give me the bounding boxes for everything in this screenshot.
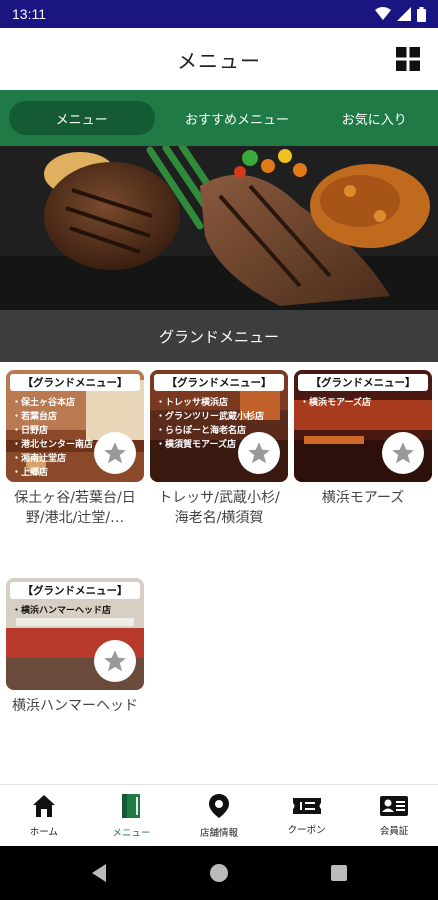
menu-card[interactable]: 【グランドメニュー】 ・横浜ハンマーヘッド店 横浜ハンマーヘッド bbox=[6, 578, 144, 716]
nav-label: クーポン bbox=[287, 824, 326, 836]
nav-coupon[interactable]: クーポン bbox=[263, 785, 351, 846]
status-icons bbox=[375, 6, 426, 22]
tab-favorites[interactable]: お気に入り bbox=[319, 101, 429, 135]
card-thumbnail[interactable]: 【グランドメニュー】 ・保土ヶ谷本店 ・若葉台店 ・日野店 ・港北センター南店 … bbox=[6, 370, 144, 482]
back-icon[interactable] bbox=[90, 863, 108, 883]
star-icon bbox=[248, 442, 270, 464]
bottom-navigation: ホーム メニュー 店舗情報 クーポン 会員証 bbox=[0, 784, 438, 846]
star-icon bbox=[104, 442, 126, 464]
hero-image bbox=[0, 146, 438, 310]
nav-label: 店舗情報 bbox=[199, 827, 238, 839]
favorite-button[interactable] bbox=[382, 432, 424, 474]
nav-home[interactable]: ホーム bbox=[0, 785, 88, 846]
battery-icon bbox=[417, 6, 426, 22]
status-bar: 13:11 bbox=[0, 0, 438, 28]
menu-card[interactable]: 【グランドメニュー】 ・トレッサ横浜店 ・グランツリー武蔵小杉店 ・ららぽーと海… bbox=[150, 370, 288, 528]
wifi-icon bbox=[375, 7, 391, 20]
nav-label: 会員証 bbox=[379, 825, 409, 837]
app-bar: メニュー bbox=[0, 28, 438, 90]
card-badge: 【グランドメニュー】 bbox=[154, 374, 284, 391]
tab-recommended[interactable]: おすすめメニュー bbox=[172, 101, 302, 135]
card-store-list: ・保土ヶ谷本店 ・若葉台店 ・日野店 ・港北センター南店 ・湘南辻堂店 ・上郷店 bbox=[12, 398, 94, 478]
recents-icon[interactable] bbox=[330, 864, 348, 882]
member-card-icon bbox=[380, 795, 409, 816]
nav-label: ホーム bbox=[29, 826, 58, 838]
menu-card[interactable]: 【グランドメニュー】 ・横浜モアーズ店 横浜モアーズ bbox=[294, 370, 432, 508]
card-badge: 【グランドメニュー】 bbox=[10, 582, 140, 599]
card-thumbnail[interactable]: 【グランドメニュー】 ・横浜ハンマーヘッド店 bbox=[6, 578, 144, 690]
system-navigation-bar bbox=[0, 846, 438, 900]
section-title: グランドメニュー bbox=[158, 327, 279, 346]
book-icon bbox=[122, 793, 141, 818]
nav-member-card[interactable]: 会員証 bbox=[350, 785, 438, 846]
nav-label: メニュー bbox=[112, 827, 151, 839]
card-label[interactable]: トレッサ/武蔵小杉/海老名/横須賀 bbox=[150, 488, 288, 528]
ticket-icon bbox=[292, 797, 321, 814]
signal-icon bbox=[397, 7, 411, 21]
tab-bar: メニュー おすすめメニュー お気に入り bbox=[0, 90, 438, 146]
card-store-list: ・横浜ハンマーヘッド店 bbox=[12, 606, 112, 616]
card-thumbnail[interactable]: 【グランドメニュー】 ・横浜モアーズ店 bbox=[294, 370, 432, 482]
card-label[interactable]: 保土ヶ谷/若葉台/日野/港北/辻堂/… bbox=[6, 488, 144, 528]
star-icon bbox=[392, 442, 414, 464]
page-title: メニュー bbox=[177, 48, 261, 73]
home-icon bbox=[32, 794, 55, 817]
menu-card[interactable]: 【グランドメニュー】 ・保土ヶ谷本店 ・若葉台店 ・日野店 ・港北センター南店 … bbox=[6, 370, 144, 528]
star-icon bbox=[104, 650, 126, 672]
favorite-button[interactable] bbox=[94, 432, 136, 474]
card-store-list: ・横浜モアーズ店 bbox=[300, 398, 372, 408]
card-badge: 【グランドメニュー】 bbox=[298, 374, 428, 391]
favorite-button[interactable] bbox=[94, 640, 136, 682]
card-label[interactable]: 横浜ハンマーヘッド bbox=[6, 696, 144, 716]
nav-store-info[interactable]: 店舗情報 bbox=[175, 785, 263, 846]
card-badge: 【グランドメニュー】 bbox=[10, 374, 140, 391]
home-button-icon[interactable] bbox=[209, 863, 229, 883]
card-thumbnail[interactable]: 【グランドメニュー】 ・トレッサ横浜店 ・グランツリー武蔵小杉店 ・ららぽーと海… bbox=[150, 370, 288, 482]
grid-view-icon[interactable] bbox=[396, 47, 420, 71]
location-pin-icon bbox=[208, 793, 229, 818]
section-title-grand-menu: グランドメニュー bbox=[0, 310, 438, 362]
nav-menu[interactable]: メニュー bbox=[88, 785, 176, 846]
status-time: 13:11 bbox=[12, 6, 46, 22]
favorite-button[interactable] bbox=[238, 432, 280, 474]
card-label[interactable]: 横浜モアーズ bbox=[294, 488, 432, 508]
tab-menu[interactable]: メニュー bbox=[8, 101, 155, 135]
